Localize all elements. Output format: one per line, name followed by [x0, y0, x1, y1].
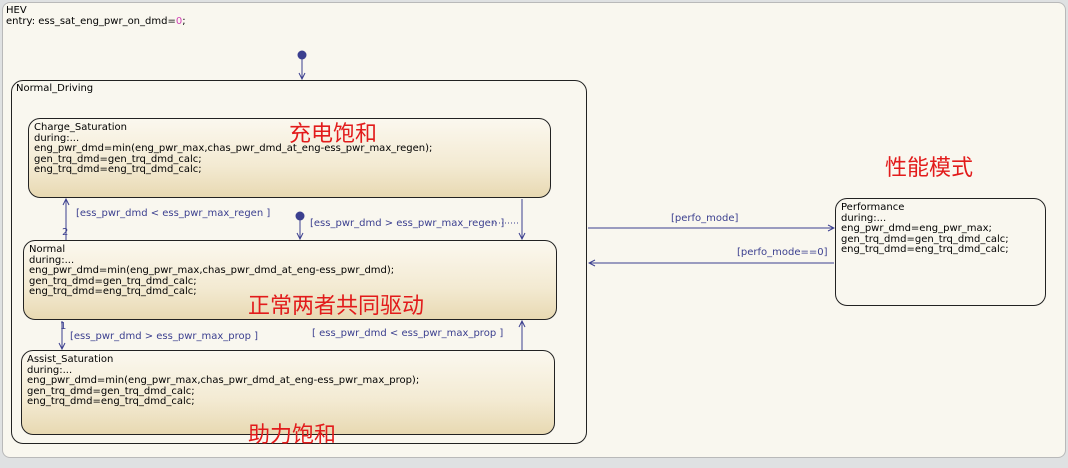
- annotation-performance: 性能模式: [885, 156, 974, 181]
- priority-to-assist: 1: [60, 321, 67, 332]
- label-from-performance[interactable]: [perfo_mode==0]: [737, 247, 828, 258]
- default-transition-dot[interactable]: [297, 50, 307, 60]
- label-from-assist[interactable]: [ ess_pwr_dmd < ess_pwr_max_prop ]: [312, 328, 503, 339]
- label-to-assist[interactable]: [ess_pwr_dmd > ess_pwr_max_prop ]: [70, 331, 258, 342]
- label-to-charge[interactable]: [ess_pwr_dmd < ess_pwr_max_regen ]: [76, 208, 270, 219]
- annotation-normal: 正常两者共同驱动: [248, 294, 425, 319]
- label-to-performance[interactable]: [perfo_mode]: [671, 213, 738, 224]
- label-from-charge[interactable]: [ess_pwr_dmd > ess_pwr_max_regen ]: [310, 218, 504, 229]
- priority-to-charge: 2: [62, 227, 69, 238]
- default-transition-normal-dot[interactable]: [295, 211, 305, 221]
- annotation-charge-saturation: 充电饱和: [289, 122, 378, 147]
- transitions-layer: [0, 50, 1068, 350]
- annotation-assist-saturation: 助力饱和: [248, 423, 337, 448]
